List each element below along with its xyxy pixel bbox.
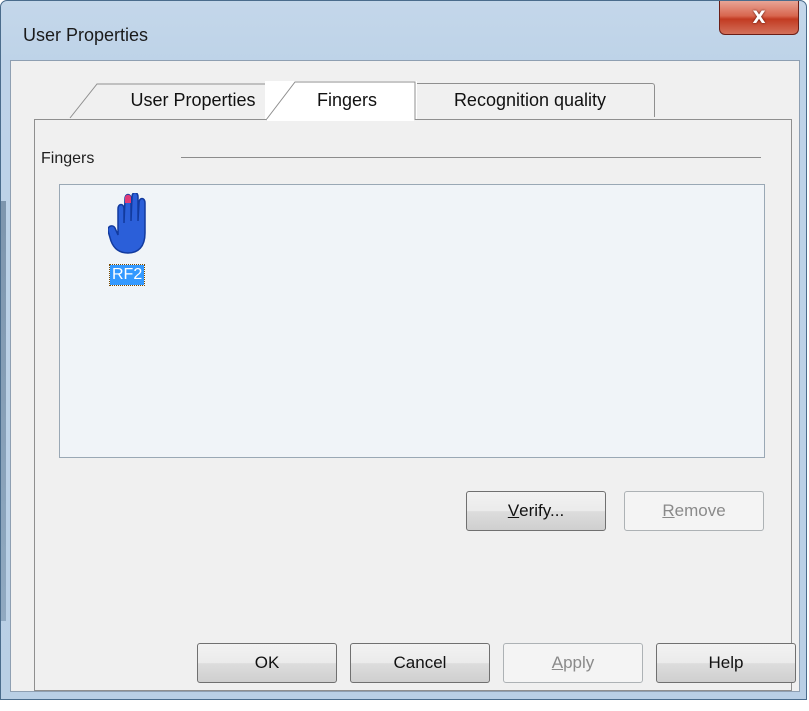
ok-label: OK (254, 653, 280, 672)
remove-label: emove (674, 501, 726, 520)
tab-label: User Properties (130, 89, 256, 110)
fingers-list[interactable]: RF2 (59, 184, 765, 458)
window-title: User Properties (23, 25, 149, 45)
verify-accel-key: V (507, 501, 520, 520)
cancel-button[interactable]: Cancel (350, 643, 490, 683)
tab-fingers[interactable]: Fingers (265, 81, 417, 121)
help-button[interactable]: Help (656, 643, 796, 683)
cancel-label: Cancel (393, 653, 447, 672)
window-edge (1, 201, 6, 621)
ok-button[interactable]: OK (197, 643, 337, 683)
dialog-window: User Properties X User Properties Recogn… (0, 0, 807, 700)
tab-label: Recognition quality (453, 90, 607, 110)
tab-recognition-quality[interactable]: Recognition quality (405, 83, 655, 117)
remove-button[interactable]: Remove (624, 491, 764, 531)
tab-label: Fingers (316, 89, 378, 110)
apply-accel-key: A (551, 653, 564, 672)
finger-label: RF2 (108, 264, 146, 286)
list-item[interactable]: RF2 (106, 193, 156, 293)
help-label: Help (708, 653, 744, 672)
close-button[interactable]: X (719, 1, 799, 35)
tab-user-properties[interactable]: User Properties (69, 83, 289, 119)
verify-label: erify... (519, 501, 565, 520)
group-divider (181, 157, 761, 158)
fingers-group-label: Fingers (41, 150, 95, 167)
hand-icon (108, 193, 146, 254)
dialog-client-area: User Properties Recognition quality Fing… (10, 60, 800, 692)
remove-accel-key: R (662, 501, 675, 520)
verify-button[interactable]: Verify... (466, 491, 606, 531)
apply-label: pply (563, 653, 595, 672)
apply-button[interactable]: Apply (503, 643, 643, 683)
close-icon: X (752, 7, 766, 28)
